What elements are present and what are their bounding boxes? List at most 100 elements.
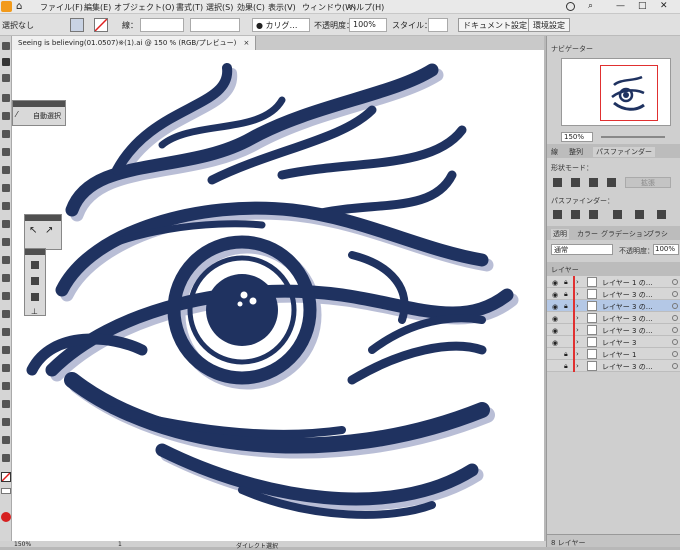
gradient-tool-icon[interactable]	[2, 346, 10, 354]
free-transform-tool-icon[interactable]	[2, 274, 10, 282]
navigator-zoom-field[interactable]: 150%	[561, 132, 593, 142]
fill-swatch-icon[interactable]	[70, 18, 84, 32]
fill-stroke-icon[interactable]	[1, 472, 11, 482]
stroke-weight-field[interactable]	[140, 18, 184, 32]
profile-field[interactable]	[190, 18, 240, 32]
color-mode-icon[interactable]	[1, 488, 11, 494]
lock-icon[interactable]: 🔒︎	[564, 350, 568, 359]
eraser-tool-icon[interactable]	[2, 202, 10, 210]
layer-row[interactable]: 🔒︎ › レイヤー 1	[547, 348, 680, 360]
intersect-icon[interactable]	[589, 178, 598, 187]
chevron-right-icon[interactable]: ›	[576, 302, 579, 310]
lock-icon[interactable]: 🔒︎	[564, 290, 568, 299]
exclude-icon[interactable]	[607, 178, 616, 187]
target-icon[interactable]	[672, 303, 678, 309]
menu-file[interactable]: ファイル(F)	[40, 2, 83, 13]
eye-icon[interactable]: ◉	[552, 279, 558, 287]
menu-effect[interactable]: 効果(C)	[237, 2, 265, 13]
scale-tool-icon[interactable]	[2, 238, 10, 246]
eye-icon[interactable]: ◉	[552, 291, 558, 299]
type-tool-icon[interactable]	[2, 112, 10, 120]
document-setup-button[interactable]: ドキュメント設定	[458, 18, 532, 32]
eye-icon[interactable]: ◉	[552, 327, 558, 335]
preferences-button[interactable]: 環境設定	[528, 18, 570, 32]
eye-icon[interactable]: ◉	[552, 303, 558, 311]
transparency-opacity-field[interactable]: 100%	[653, 244, 679, 255]
layer-row[interactable]: ◉ 🔒︎ › レイヤー 3 の…	[547, 300, 680, 312]
hand-tool-icon[interactable]	[2, 454, 10, 462]
eye-icon[interactable]: ◉	[552, 315, 558, 323]
width-tool-icon[interactable]	[2, 256, 10, 264]
pencil-tool-icon[interactable]	[2, 184, 10, 192]
direct-select-arrow-icon[interactable]: ↗	[45, 225, 53, 236]
opacity-field[interactable]: 100%	[349, 18, 387, 32]
pencil-icon[interactable]	[31, 261, 39, 269]
tab-gradient[interactable]: グラデーション	[601, 229, 650, 239]
menu-type[interactable]: 書式(T)	[176, 2, 203, 13]
outline-icon[interactable]	[635, 210, 644, 219]
magic-wand-tool-icon[interactable]	[2, 74, 10, 82]
layer-name[interactable]: レイヤー 3 の…	[602, 362, 653, 372]
chevron-right-icon[interactable]: ›	[576, 290, 579, 298]
artboard-tool-icon[interactable]	[2, 436, 10, 444]
selection-tool-icon[interactable]	[2, 42, 10, 50]
target-icon[interactable]	[672, 327, 678, 333]
rotate-tool-icon[interactable]	[2, 220, 10, 228]
layer-row[interactable]: ◉ 🔒︎ › レイヤー 1 の…	[547, 276, 680, 288]
graph-tool-icon[interactable]	[2, 418, 10, 426]
minus-back-icon[interactable]	[657, 210, 666, 219]
brush-select[interactable]: ● カリグ…	[252, 18, 310, 32]
navigator-tab[interactable]: ナビゲーター	[551, 44, 593, 54]
layer-name[interactable]: レイヤー 3 の…	[602, 314, 653, 324]
rectangle-tool-icon[interactable]	[2, 148, 10, 156]
merge-icon[interactable]	[589, 210, 598, 219]
symbol-sprayer-tool-icon[interactable]	[2, 400, 10, 408]
layer-name[interactable]: レイヤー 3	[602, 338, 636, 348]
menu-view[interactable]: 表示(V)	[268, 2, 296, 13]
layer-row[interactable]: ◉ 🔒︎ › レイヤー 3 の…	[547, 288, 680, 300]
eyedropper-tool-icon[interactable]	[2, 364, 10, 372]
divide-icon[interactable]	[553, 210, 562, 219]
layer-name[interactable]: レイヤー 1 の…	[602, 278, 653, 288]
tab-pathfinder[interactable]: パスファインダー	[593, 147, 655, 157]
tab-align[interactable]: 整列	[569, 147, 583, 157]
layer-row[interactable]: 🔒︎ › レイヤー 3 の…	[547, 360, 680, 372]
close-tab-icon[interactable]: ×	[244, 39, 250, 47]
maximize-button[interactable]: □	[638, 1, 647, 11]
target-icon[interactable]	[672, 339, 678, 345]
home-icon[interactable]: ⌂	[16, 1, 22, 12]
layer-name[interactable]: レイヤー 1	[602, 350, 636, 360]
expand-button[interactable]: 拡張	[625, 177, 671, 188]
menu-object[interactable]: オブジェクト(O)	[114, 2, 175, 13]
user-icon[interactable]	[566, 2, 575, 11]
minimize-button[interactable]: —	[616, 1, 625, 11]
menu-edit[interactable]: 編集(E)	[84, 2, 111, 13]
chevron-right-icon[interactable]: ›	[576, 278, 579, 286]
layer-row[interactable]: ◉ › レイヤー 3 の…	[547, 312, 680, 324]
paintbrush-tool-icon[interactable]	[2, 166, 10, 174]
chevron-right-icon[interactable]: ›	[576, 326, 579, 334]
line-tool-icon[interactable]	[2, 130, 10, 138]
target-icon[interactable]	[672, 363, 678, 369]
unite-icon[interactable]	[553, 178, 562, 187]
menu-help[interactable]: ヘルプ(H)	[348, 2, 384, 13]
chevron-right-icon[interactable]: ›	[576, 362, 579, 370]
target-icon[interactable]	[672, 279, 678, 285]
target-icon[interactable]	[672, 291, 678, 297]
pen-tool-icon[interactable]	[2, 94, 10, 102]
artboard-canvas[interactable]: ⁄ 自動選択 ↖ ↗ ⊥	[12, 50, 544, 541]
tab-brushes[interactable]: ブラシ	[647, 229, 668, 239]
tab-transparency[interactable]: 透明	[551, 229, 569, 239]
auto-select-label[interactable]: 自動選択	[33, 111, 61, 121]
menu-select[interactable]: 選択(S)	[206, 2, 233, 13]
crop-icon[interactable]	[613, 210, 622, 219]
trim-icon[interactable]	[571, 210, 580, 219]
layer-row[interactable]: ◉ › レイヤー 3 の…	[547, 324, 680, 336]
blend-mode-select[interactable]: 通常	[551, 244, 613, 255]
perspective-grid-tool-icon[interactable]	[2, 310, 10, 318]
minus-front-icon[interactable]	[571, 178, 580, 187]
direct-selection-tool-icon[interactable]	[2, 58, 10, 66]
target-icon[interactable]	[672, 351, 678, 357]
layer-name[interactable]: レイヤー 3 の…	[602, 290, 653, 300]
tab-stroke[interactable]: 線	[551, 147, 558, 157]
